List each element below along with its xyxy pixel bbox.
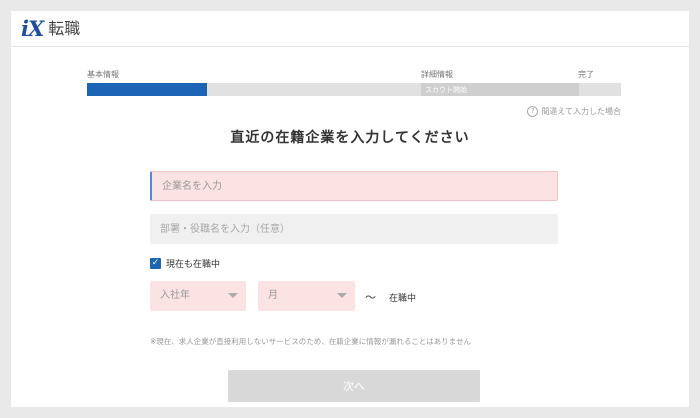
step-label-basic: 基本情報 (87, 70, 119, 79)
progress-segment-detail: スカウト開始 (421, 83, 579, 96)
department-title-input[interactable] (150, 214, 558, 244)
chevron-down-icon (228, 293, 238, 298)
progress-bar: スカウト開始 (87, 83, 621, 96)
currently-employed-label: 現在も在職中 (166, 260, 221, 270)
step-label-complete: 完了 (578, 70, 594, 79)
step-labels: 基本情報 詳細情報 完了 (87, 69, 621, 81)
join-month-select[interactable]: 月 (258, 281, 355, 311)
help-text: 間違えて入力した場合 (541, 107, 621, 116)
next-button[interactable]: 次へ (228, 370, 480, 402)
header: iX 転職 (11, 11, 689, 47)
page-title: 直近の在籍企業を入力してください (230, 130, 470, 146)
company-name-input[interactable] (150, 171, 558, 201)
join-month-placeholder: 月 (268, 290, 278, 301)
logo-text: 転職 (48, 19, 81, 38)
current-employment-text: 在職中 (389, 294, 417, 304)
step-label-detail: 詳細情報 (421, 70, 453, 79)
progress-sublabel: スカウト開始 (425, 86, 467, 94)
join-year-select[interactable]: 入社年 (150, 281, 246, 311)
help-link[interactable]: ? 間違えて入力した場合 (527, 106, 621, 117)
range-separator: ～ (365, 291, 376, 304)
currently-employed-row[interactable]: ✓ 現在も在職中 (150, 257, 220, 270)
question-circle-icon: ? (527, 106, 539, 117)
chevron-down-icon (337, 293, 347, 298)
join-year-placeholder: 入社年 (160, 290, 190, 301)
page-frame: iX 転職 基本情報 詳細情報 完了 スカウト開始 ? 間違えて入力した場合 直… (11, 11, 689, 407)
logo[interactable]: iX 転職 (21, 17, 80, 41)
currently-employed-checkbox[interactable]: ✓ (150, 258, 161, 269)
privacy-note: ※現在、求人企業が直接利用しないサービスのため、在籍企業に情報が漏れることはあり… (150, 337, 472, 346)
logo-mark: iX (21, 16, 44, 41)
progress-fill (87, 83, 208, 96)
